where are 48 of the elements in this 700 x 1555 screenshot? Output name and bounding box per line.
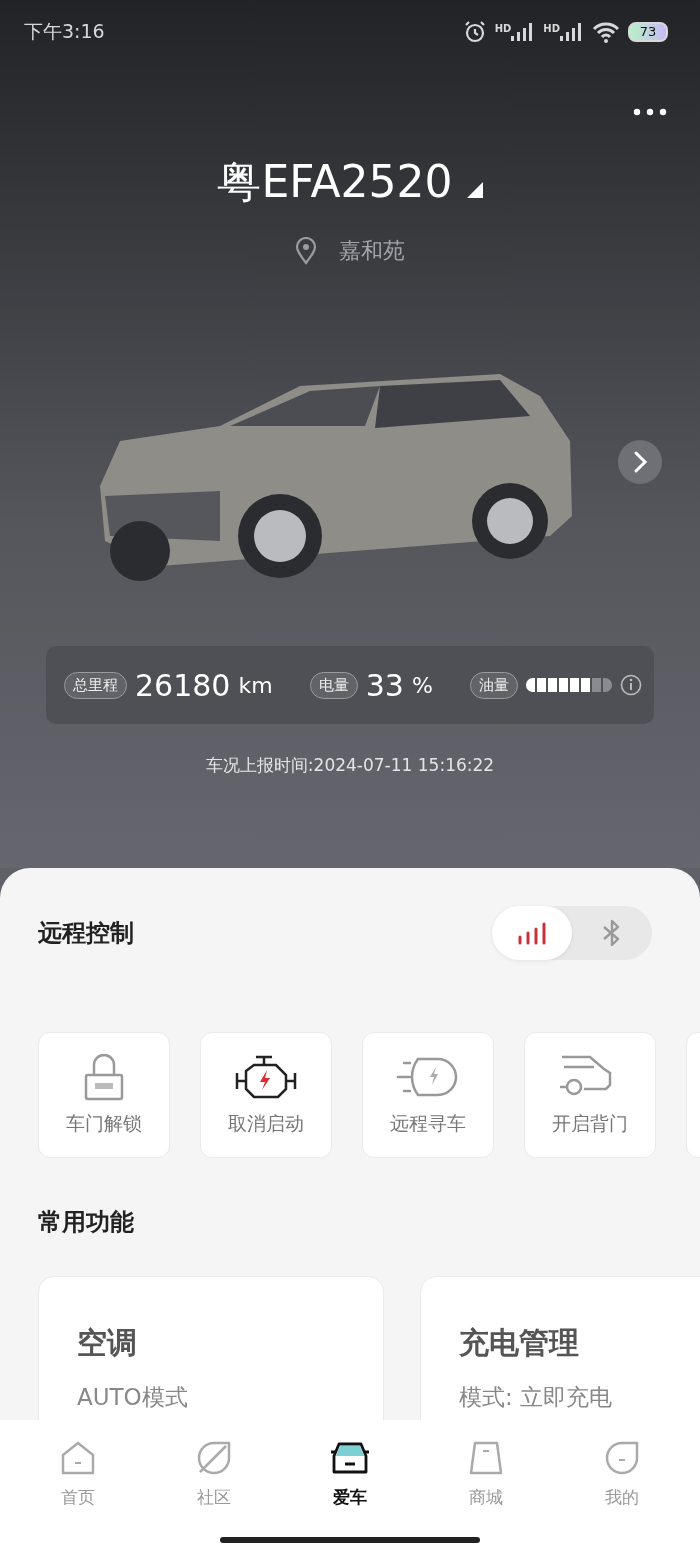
location-pin-icon	[295, 237, 317, 265]
feature-title: 空调	[77, 1324, 138, 1362]
stat-unit: km	[238, 672, 273, 698]
signal-icon	[560, 23, 584, 41]
nav-tab[interactable]: 商城	[436, 1420, 536, 1555]
nav-tab[interactable]: 爱车	[300, 1420, 400, 1555]
connection-toggle[interactable]	[492, 906, 652, 960]
remote-action-button[interactable]: 远程寻车	[362, 1032, 494, 1158]
stat-label: 电量	[309, 671, 358, 699]
nav-tab[interactable]: 首页	[28, 1420, 128, 1555]
remote-action-button[interactable]: 车门解锁	[38, 1032, 170, 1158]
leaf-icon	[196, 1440, 232, 1476]
section-title: 常用功能	[38, 1207, 135, 1238]
house-icon	[60, 1440, 96, 1476]
nav-tab[interactable]: 我的	[572, 1420, 672, 1555]
remote-action-button[interactable]: 取消启动	[200, 1032, 332, 1158]
network-mode-tab[interactable]	[492, 906, 572, 960]
wifi-icon	[592, 21, 620, 43]
location-name: 嘉和苑	[339, 237, 405, 265]
engine-icon	[234, 1053, 298, 1101]
feature-card[interactable]: 充电管理 模式: 立即充电	[420, 1276, 700, 1420]
section-title: 远程控制	[38, 918, 134, 949]
padlock-icon	[82, 1053, 126, 1101]
more-icon[interactable]	[633, 108, 667, 116]
signal-bars-icon	[517, 921, 547, 945]
feature-status: AUTO模式	[77, 1383, 189, 1412]
stat-label: 油量	[470, 671, 518, 699]
car-front-icon	[330, 1440, 370, 1476]
stat-value: 33	[365, 667, 404, 703]
stat-label: 总里程	[64, 671, 127, 699]
feature-status: 模式: 立即充电	[459, 1383, 614, 1412]
stat-value: 26180	[135, 667, 231, 703]
info-icon[interactable]	[620, 674, 642, 696]
network-label: HD	[494, 23, 512, 34]
chevron-right-button[interactable]	[618, 440, 662, 484]
network-label: HD	[543, 23, 560, 34]
nav-tab[interactable]: 社区	[164, 1420, 264, 1555]
bag-icon	[468, 1440, 504, 1476]
stat-unit: %	[411, 672, 433, 698]
license-plate[interactable]: 粤EFA2520	[217, 154, 453, 210]
battery-indicator: 73	[628, 22, 668, 42]
feature-card[interactable]: 空调 AUTO模式	[38, 1276, 384, 1420]
corner-triangle-icon[interactable]	[466, 182, 483, 198]
report-time: 车况上报时间:2024-07-11 15:16:22	[204, 754, 496, 777]
face-icon	[604, 1440, 640, 1476]
status-time: 下午3:16	[24, 19, 105, 44]
feature-title: 充电管理	[459, 1324, 580, 1362]
remote-action-button[interactable]: 开启背门	[524, 1032, 656, 1158]
